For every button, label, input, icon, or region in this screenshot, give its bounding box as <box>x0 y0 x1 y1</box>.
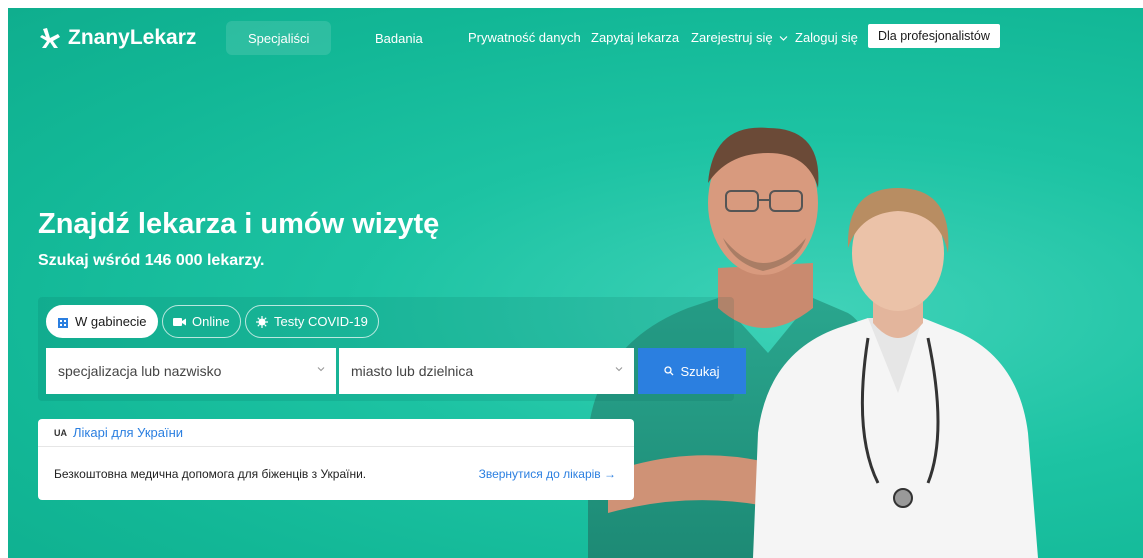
building-icon <box>58 317 68 328</box>
ukraine-card: UA Лікарі для України Безкоштовна медичн… <box>38 419 634 500</box>
logo-icon <box>40 28 60 48</box>
search-panel: W gabinecie Online Testy COVID-19 specja… <box>38 297 746 401</box>
ukraine-card-title[interactable]: Лікарі для України <box>73 425 183 440</box>
search-button-label: Szukaj <box>680 363 720 379</box>
mode-tab-covid[interactable]: Testy COVID-19 <box>245 305 379 338</box>
search-button[interactable]: Szukaj <box>638 348 746 394</box>
chevron-down-icon <box>779 36 788 41</box>
ask-doctor-link[interactable]: Zapytaj lekarza <box>591 30 679 45</box>
for-professionals-button[interactable]: Dla profesjonalistów <box>868 24 1000 48</box>
video-camera-icon <box>173 317 186 326</box>
specialization-input[interactable]: specjalizacja lub nazwisko <box>46 348 336 394</box>
chevron-down-icon <box>615 367 623 372</box>
logo-text: ZnanyLekarz <box>68 26 197 49</box>
ukraine-card-header: UA Лікарі для України <box>38 419 634 447</box>
specialization-placeholder: specjalizacja lub nazwisko <box>58 363 222 379</box>
logo[interactable]: ZnanyLekarz <box>38 26 196 50</box>
register-label: Zarejestruj się <box>691 30 773 45</box>
ua-badge: UA <box>54 427 67 438</box>
hero-section: ZnanyLekarz Specjaliści Badania Prywatno… <box>8 8 1143 558</box>
mode-tab-in-office[interactable]: W gabinecie <box>46 305 158 338</box>
page-subtitle: Szukaj wśród 146 000 lekarzy. <box>38 252 265 269</box>
city-input[interactable]: miasto lub dzielnica <box>339 348 634 394</box>
mode-tab-label: Testy COVID-19 <box>274 314 368 329</box>
register-link[interactable]: Zarejestruj się <box>691 30 788 45</box>
login-link[interactable]: Zaloguj się <box>795 30 858 45</box>
mode-tab-label: W gabinecie <box>75 314 147 329</box>
chevron-down-icon <box>317 367 325 372</box>
city-placeholder: miasto lub dzielnica <box>351 363 474 379</box>
mode-tab-online[interactable]: Online <box>162 305 241 338</box>
tab-tests[interactable]: Badania <box>353 21 445 55</box>
ukraine-doctors-link[interactable]: Звернутися до лікарів → <box>479 467 616 481</box>
search-icon <box>664 366 674 376</box>
privacy-link[interactable]: Prywatność danych <box>468 30 581 45</box>
tab-specialists[interactable]: Specjaliści <box>226 21 332 55</box>
page-title: Znajdź lekarza i umów wizytę <box>38 208 440 240</box>
ukraine-card-text: Безкоштовна медична допомога для біженці… <box>54 466 367 481</box>
virus-icon <box>256 315 268 328</box>
ukraine-card-body: Безкоштовна медична допомога для біженці… <box>38 447 634 500</box>
mode-tab-label: Online <box>192 314 230 329</box>
